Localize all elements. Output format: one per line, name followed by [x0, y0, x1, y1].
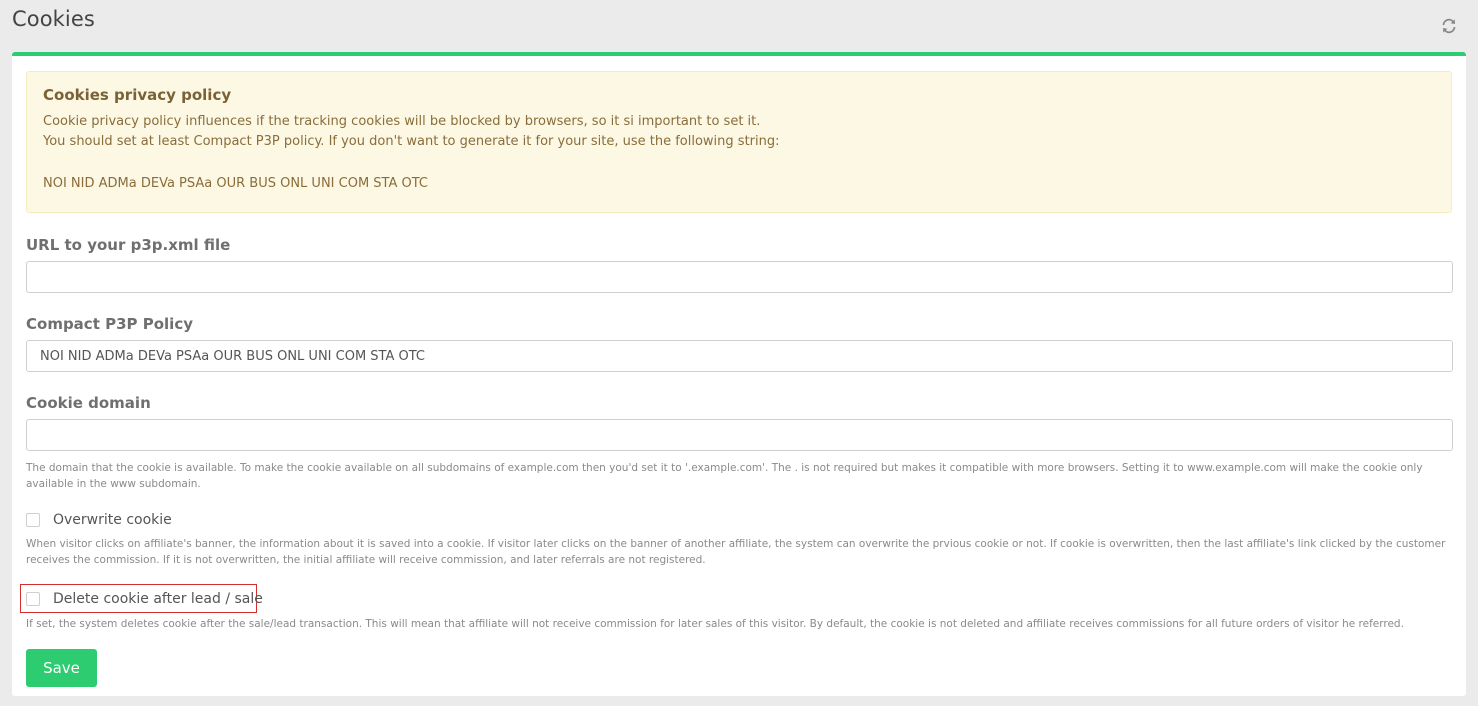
cookie-domain-help: The domain that the cookie is available.… [26, 462, 1423, 490]
save-button[interactable]: Save [26, 649, 97, 687]
page-title: Cookies [12, 7, 95, 31]
cookies-settings-panel: Cookies privacy policy Cookie privacy po… [12, 52, 1466, 696]
delete-cookie-label[interactable]: Delete cookie after lead / sale [53, 591, 263, 607]
overwrite-cookie-label[interactable]: Overwrite cookie [53, 512, 172, 528]
delete-cookie-row[interactable]: Delete cookie after lead / sale [26, 589, 263, 609]
p3p-url-input[interactable] [26, 261, 1453, 293]
refresh-icon[interactable] [1440, 17, 1458, 35]
overwrite-cookie-checkbox[interactable] [26, 513, 40, 527]
alert-policy-string: NOI NID ADMa DEVa PSAa OUR BUS ONL UNI C… [43, 176, 428, 191]
overwrite-cookie-row[interactable]: Overwrite cookie [26, 510, 172, 530]
page-header: Cookies [0, 0, 1478, 52]
alert-title: Cookies privacy policy [43, 86, 232, 104]
delete-cookie-checkbox[interactable] [26, 592, 40, 606]
cookie-domain-input[interactable] [26, 419, 1453, 451]
p3p-url-label: URL to your p3p.xml file [26, 236, 231, 254]
alert-line-1: Cookie privacy policy influences if the … [43, 114, 761, 129]
alert-line-2: You should set at least Compact P3P poli… [43, 134, 780, 149]
cookie-domain-label: Cookie domain [26, 394, 151, 412]
compact-policy-label: Compact P3P Policy [26, 315, 193, 333]
overwrite-cookie-help: When visitor clicks on affiliate's banne… [26, 538, 1446, 566]
compact-policy-input[interactable] [26, 340, 1453, 372]
delete-cookie-help: If set, the system deletes cookie after … [26, 618, 1404, 630]
privacy-policy-alert: Cookies privacy policy Cookie privacy po… [26, 71, 1452, 213]
